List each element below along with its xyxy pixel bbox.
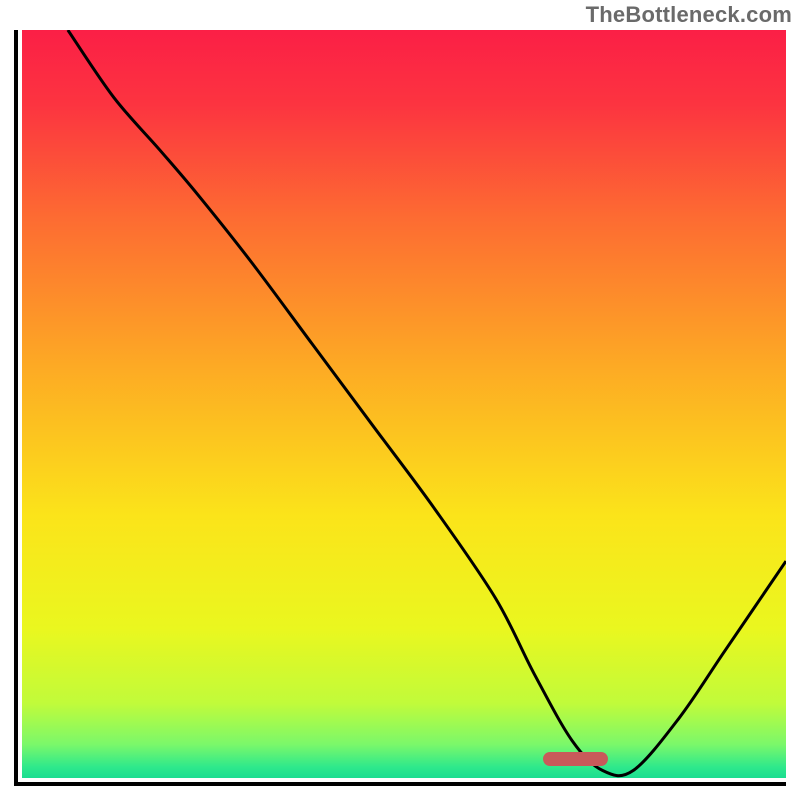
plot-area: [22, 30, 786, 778]
watermark-text: TheBottleneck.com: [586, 2, 792, 28]
plot-frame: [14, 30, 786, 786]
optimal-marker: [543, 752, 608, 766]
bottleneck-curve: [22, 30, 786, 778]
chart-container: TheBottleneck.com: [0, 0, 800, 800]
